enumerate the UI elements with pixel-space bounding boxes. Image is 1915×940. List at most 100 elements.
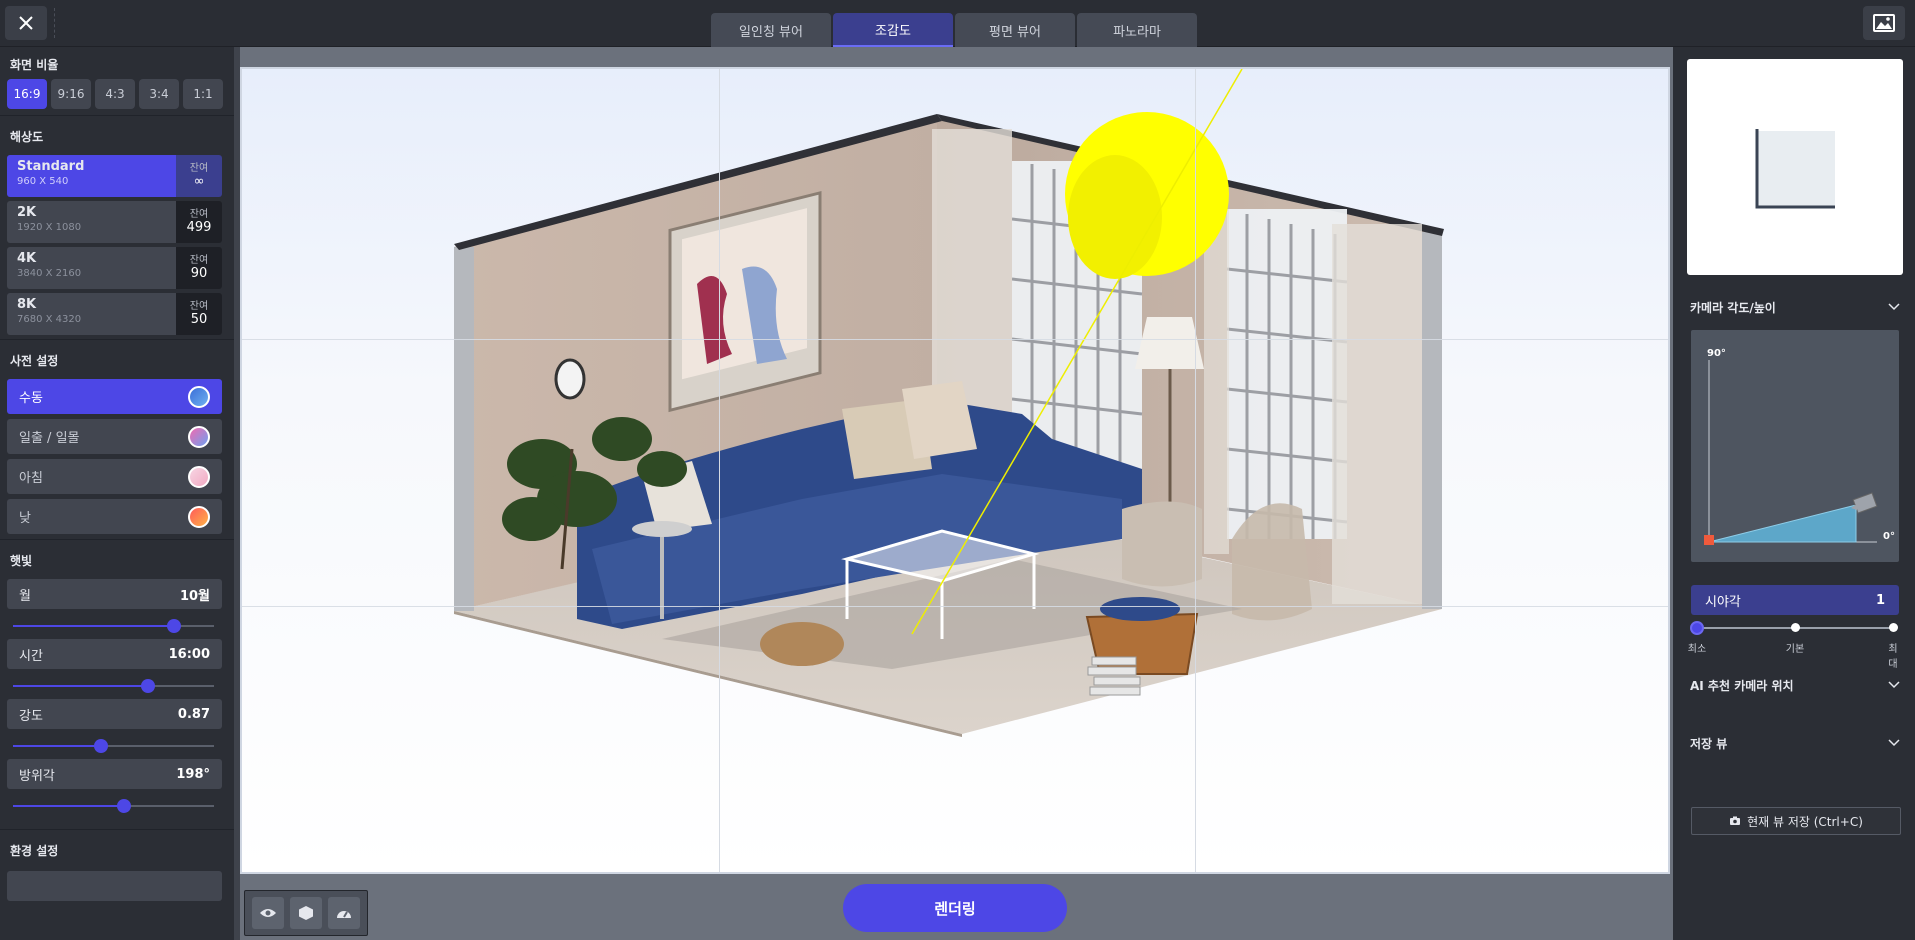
slider-knob[interactable] (166, 619, 181, 633)
field-value: 16:00 (168, 646, 210, 662)
tab-birds-eye[interactable]: 조감도 (833, 13, 953, 47)
saved-view-title: 저장 뷰 (1690, 736, 1728, 751)
camera-angle-control[interactable]: 90° 0° (1691, 330, 1899, 562)
close-icon (19, 16, 33, 30)
field-value: 10월 (179, 588, 210, 604)
wall-clock (554, 358, 586, 400)
intensity-field[interactable]: 강도 0.87 (7, 699, 222, 729)
floor-pouf (760, 622, 844, 666)
camera-icon (1851, 492, 1878, 514)
fov-stop-min[interactable] (1690, 621, 1704, 635)
resolution-name: 8K (17, 297, 37, 312)
chevron-down-icon (1888, 681, 1900, 689)
remaining-label: 잔여 (189, 255, 209, 266)
app-root: 일인칭 뷰어 조감도 평면 뷰어 파노라마 화면 비율 16:9 9:16 4:… (0, 0, 1915, 940)
chevron-down-icon (1888, 739, 1900, 747)
resolution-name: 4K (17, 251, 37, 266)
right-panel: 카메라 각도/높이 90° 0° 시야각 1 최소 기본 최대 AI 추천 카메… (1673, 47, 1915, 940)
window-right (1226, 209, 1348, 539)
room-render (454, 69, 1444, 737)
slider-knob[interactable] (140, 679, 155, 693)
slider-fill (13, 685, 148, 687)
preset-morning[interactable]: 아침 (7, 459, 222, 494)
resolution-name: 2K (17, 205, 37, 220)
ratio-1-1[interactable]: 1:1 (183, 79, 223, 109)
resolution-2k[interactable]: 2K 1920 X 1080 잔여 499 (7, 201, 222, 243)
env-title: 환경 설정 (10, 843, 59, 858)
render-button[interactable]: 렌더링 (843, 884, 1067, 932)
right-wall-edge (1422, 232, 1442, 609)
minimap[interactable] (1687, 59, 1903, 275)
view-tabs: 일인칭 뷰어 조감도 평면 뷰어 파노라마 (711, 13, 1197, 47)
ratio-3-4[interactable]: 3:4 (139, 79, 179, 109)
slider-fill (13, 745, 102, 747)
slider-knob[interactable] (116, 799, 131, 813)
preset-label: 낮 (19, 511, 31, 526)
preset-day[interactable]: 낮 (7, 499, 222, 534)
preset-label: 아침 (19, 471, 43, 486)
ratio-9-16[interactable]: 9:16 (51, 79, 91, 109)
field-label: 강도 (19, 708, 43, 724)
preset-swatch (188, 425, 210, 448)
resolution-4k[interactable]: 4K 3840 X 2160 잔여 90 (7, 247, 222, 289)
ratio-16-9[interactable]: 16:9 (7, 79, 47, 109)
field-label: 방위각 (19, 768, 55, 784)
left-wall-edge (454, 247, 474, 611)
month-field[interactable]: 월 10월 (7, 579, 222, 609)
remaining-label: 잔여 (189, 163, 209, 174)
azimuth-slider[interactable] (13, 789, 214, 823)
time-slider[interactable] (13, 669, 214, 703)
fov-slider[interactable]: 최소 기본 최대 (1688, 621, 1898, 670)
camera-accordion[interactable]: 카메라 각도/높이 (1673, 287, 1915, 327)
saved-view-accordion[interactable]: 저장 뷰 (1673, 723, 1915, 763)
tab-plan-view[interactable]: 평면 뷰어 (955, 13, 1075, 47)
resolution-title: 해상도 (10, 129, 44, 144)
fov-stop-max[interactable] (1889, 623, 1898, 632)
minimap-room (1755, 129, 1835, 209)
camera-title: 카메라 각도/높이 (1690, 300, 1776, 315)
ai-camera-accordion[interactable]: AI 추천 카메라 위치 (1673, 665, 1915, 705)
slider-fill (13, 805, 124, 807)
scene-viewport[interactable] (240, 67, 1670, 874)
resolution-size: 3840 X 2160 (17, 268, 82, 279)
ratio-4-3[interactable]: 4:3 (95, 79, 135, 109)
resolution-size: 7680 X 4320 (17, 314, 82, 325)
preset-label: 일출 / 일몰 (19, 431, 80, 446)
ratio-title: 화면 비율 (10, 57, 59, 72)
slider-knob[interactable] (94, 739, 109, 753)
env-field[interactable] (7, 871, 222, 901)
visibility-tool-button[interactable] (252, 897, 284, 929)
preset-label: 수동 (19, 391, 43, 406)
speed-tool-button[interactable] (328, 897, 360, 929)
fov-min-label: 최소 (1687, 644, 1707, 655)
cube-icon (299, 906, 313, 920)
close-button[interactable] (5, 6, 47, 40)
save-view-button[interactable]: 현재 뷰 저장 (Ctrl+C) (1691, 807, 1901, 835)
fov-stop-default[interactable] (1791, 623, 1800, 632)
top-bar: 일인칭 뷰어 조감도 평면 뷰어 파노라마 (0, 0, 1915, 47)
intensity-slider[interactable] (13, 729, 214, 763)
curtain-3 (1204, 209, 1229, 554)
eye-icon (260, 909, 276, 917)
object-tool-button[interactable] (290, 897, 322, 929)
left-panel: 화면 비율 16:9 9:16 4:3 3:4 1:1 해상도 Standard… (0, 47, 234, 940)
resolution-8k[interactable]: 8K 7680 X 4320 잔여 50 (7, 293, 222, 335)
resolution-standard[interactable]: Standard 960 X 540 잔여 ∞ (7, 155, 222, 197)
guide-line (242, 339, 1668, 340)
tab-first-person[interactable]: 일인칭 뷰어 (711, 13, 831, 47)
remaining-label: 잔여 (189, 209, 209, 220)
side-table-top (632, 521, 692, 537)
time-field[interactable]: 시간 16:00 (7, 639, 222, 669)
angle-diagram (1704, 360, 1877, 545)
fov-default-label: 기본 (1785, 644, 1805, 655)
tab-panorama[interactable]: 파노라마 (1077, 13, 1197, 47)
fov-value: 1 (1875, 592, 1885, 608)
azimuth-field[interactable]: 방위각 198° (7, 759, 222, 789)
guide-line (719, 69, 720, 872)
preset-sunrise-sunset[interactable]: 일출 / 일몰 (7, 419, 222, 454)
field-label: 시간 (19, 648, 43, 664)
fov-field[interactable]: 시야각 1 (1691, 585, 1899, 615)
preset-manual[interactable]: 수동 (7, 379, 222, 414)
month-slider[interactable] (13, 609, 214, 643)
gallery-button[interactable] (1863, 6, 1905, 40)
